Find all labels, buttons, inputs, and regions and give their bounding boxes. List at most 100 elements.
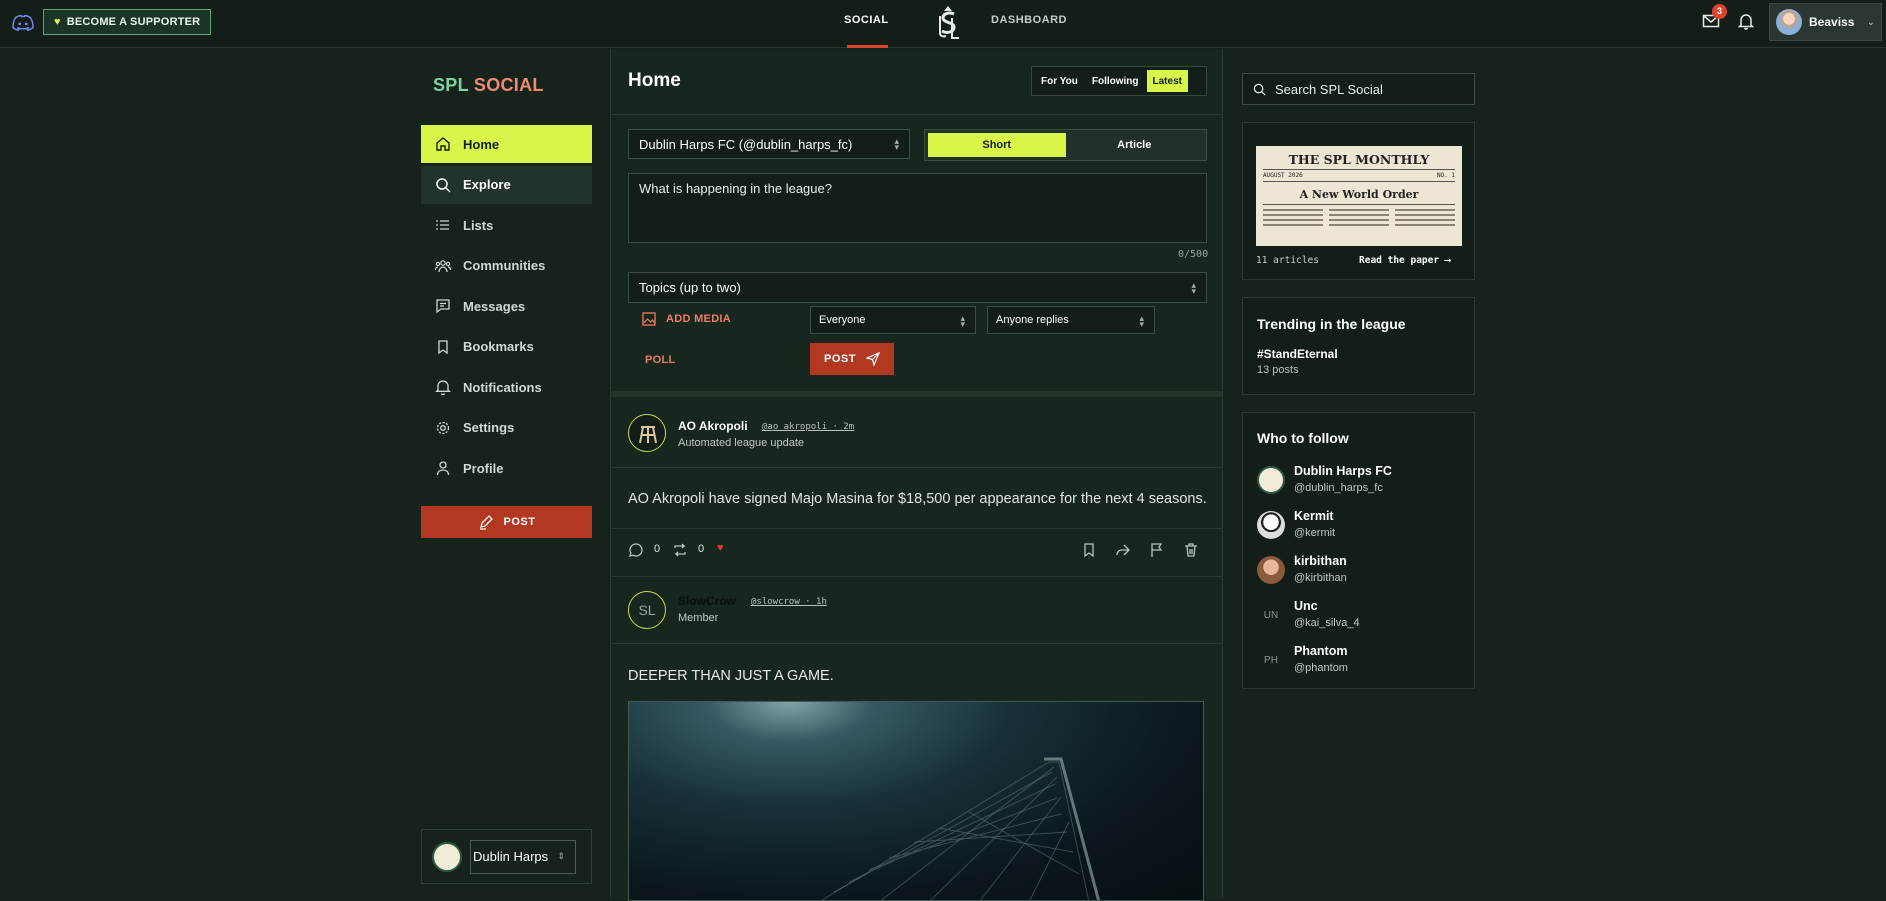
sidebar-item-explore[interactable]: Explore bbox=[421, 165, 592, 204]
divider bbox=[611, 576, 1222, 577]
poll-button[interactable]: POLL bbox=[645, 354, 676, 366]
pen-icon bbox=[479, 515, 493, 530]
mode-short-button[interactable]: Short bbox=[928, 133, 1066, 157]
follow-item[interactable]: Kermit @kermit bbox=[1257, 506, 1467, 546]
follow-name: kirbithan bbox=[1294, 554, 1347, 568]
sidebar-post-button[interactable]: POST bbox=[421, 506, 592, 538]
follow-title: Who to follow bbox=[1257, 430, 1349, 446]
sidebar-item-settings[interactable]: Settings bbox=[421, 409, 592, 447]
sidebar-item-label: Notifications bbox=[463, 379, 542, 395]
image-icon bbox=[642, 312, 656, 326]
follow-item[interactable]: PH Phantom @phantom bbox=[1257, 641, 1467, 681]
replies-select[interactable]: Anyone replies ▴ ▾ bbox=[987, 306, 1155, 334]
tab-following[interactable]: Following bbox=[1086, 70, 1145, 92]
follow-name: Phantom bbox=[1294, 644, 1348, 658]
team-select[interactable]: Dublin Harps ⇕ bbox=[470, 839, 576, 874]
who-to-follow-card: Who to follow Dublin Harps FC @dublin_ha… bbox=[1242, 412, 1475, 689]
brand-logo[interactable]: SPL SOCIAL bbox=[433, 75, 544, 96]
avatar bbox=[1257, 466, 1285, 494]
follow-item[interactable]: kirbithan @kirbithan bbox=[1257, 551, 1467, 591]
trending-title: Trending in the league bbox=[1257, 316, 1406, 332]
sidebar-item-home[interactable]: Home bbox=[421, 125, 592, 163]
read-paper-link[interactable]: Read the paper ⟶ bbox=[1359, 255, 1451, 266]
sidebar-item-bookmarks[interactable]: Bookmarks bbox=[421, 328, 592, 366]
sidebar-item-profile[interactable]: Profile bbox=[421, 449, 592, 487]
discord-icon[interactable] bbox=[12, 14, 34, 32]
sidebar-item-notifications[interactable]: Notifications bbox=[421, 368, 592, 406]
avatar: PH bbox=[1264, 654, 1278, 666]
chevron-down-icon: ⌄ bbox=[1866, 16, 1875, 28]
visibility-value: Everyone bbox=[819, 314, 866, 326]
follow-handle: @dublin_harps_fc bbox=[1294, 482, 1383, 494]
updown-icon: ⇕ bbox=[557, 851, 565, 861]
post-label: POST bbox=[503, 516, 536, 528]
flag-icon[interactable] bbox=[1149, 542, 1165, 558]
avatar[interactable]: SL bbox=[628, 591, 666, 629]
user-menu-button[interactable]: Beaviss ⌄ bbox=[1769, 3, 1882, 41]
post-as-value: Dublin Harps FC (@dublin_harps_fc) bbox=[639, 136, 853, 152]
topics-placeholder: Topics (up to two) bbox=[639, 280, 741, 295]
become-supporter-button[interactable]: ♥ BECOME A SUPPORTER bbox=[43, 9, 212, 35]
paper-issue: NO. 1 bbox=[1436, 172, 1455, 179]
heart-icon: ♥ bbox=[54, 16, 61, 28]
post-subtitle: Automated league update bbox=[678, 437, 804, 449]
mode-article-button[interactable]: Article bbox=[1066, 133, 1204, 157]
search-icon bbox=[1253, 83, 1266, 96]
main-feed: Home For You Following Latest Dublin Har… bbox=[610, 49, 1223, 901]
topics-select[interactable]: Topics (up to two) ▴ ▾ bbox=[628, 272, 1207, 303]
post-handle[interactable]: @slowcrow · 1h bbox=[751, 597, 827, 607]
trash-icon[interactable] bbox=[1183, 542, 1199, 558]
feed-tabs: For You Following Latest bbox=[1031, 66, 1207, 96]
left-sidebar: SPL SOCIAL Home Explore Lists Communitie… bbox=[421, 49, 593, 898]
post-author[interactable]: SlowCrow bbox=[678, 594, 736, 608]
nav-social[interactable]: SOCIAL bbox=[844, 14, 889, 26]
follow-handle: @kirbithan bbox=[1294, 572, 1347, 584]
bell-icon[interactable] bbox=[1738, 12, 1754, 30]
trending-tag[interactable]: #StandEternal bbox=[1257, 347, 1338, 361]
tab-for-you[interactable]: For You bbox=[1035, 70, 1084, 92]
tab-latest[interactable]: Latest bbox=[1146, 70, 1188, 92]
post-author[interactable]: AO Akropoli bbox=[678, 419, 748, 433]
heart-icon[interactable]: ♥ bbox=[717, 542, 724, 554]
comment-icon[interactable] bbox=[628, 542, 644, 558]
sidebar-item-messages[interactable]: Messages bbox=[421, 287, 592, 325]
bookmark-icon[interactable] bbox=[1081, 542, 1097, 558]
add-media-label: ADD MEDIA bbox=[666, 313, 732, 325]
newspaper-preview[interactable]: THE SPL MONTHLY AUGUST 2026 NO. 1 A New … bbox=[1256, 146, 1462, 246]
updown-icon: ▴ ▾ bbox=[1191, 280, 1196, 296]
spl-logo-icon[interactable] bbox=[934, 5, 962, 41]
paper-title: THE SPL MONTHLY bbox=[1288, 152, 1430, 167]
post-image[interactable] bbox=[628, 701, 1204, 901]
sidebar-item-label: Bookmarks bbox=[463, 339, 534, 354]
sidebar-item-label: Lists bbox=[463, 217, 494, 233]
follow-item[interactable]: UN Unc @kai_silva_4 bbox=[1257, 596, 1467, 636]
post-handle[interactable]: @ao_akropoli · 2m bbox=[762, 422, 854, 432]
send-icon bbox=[865, 352, 880, 366]
brand-part-spl: SPL bbox=[433, 75, 469, 95]
follow-handle: @phantom bbox=[1294, 662, 1348, 674]
sidebar-item-lists[interactable]: Lists bbox=[421, 206, 592, 244]
search-input[interactable]: Search SPL Social bbox=[1242, 73, 1475, 105]
avatar[interactable] bbox=[628, 414, 666, 452]
brand-part-social: SOCIAL bbox=[473, 75, 544, 95]
replies-value: Anyone replies bbox=[996, 314, 1069, 326]
follow-item[interactable]: Dublin Harps FC @dublin_harps_fc bbox=[1257, 461, 1467, 501]
top-bar: ♥ BECOME A SUPPORTER SOCIAL DASHBOARD 3 … bbox=[0, 0, 1886, 48]
newspaper-card[interactable]: THE SPL MONTHLY AUGUST 2026 NO. 1 A New … bbox=[1242, 122, 1475, 280]
supporter-label: BECOME A SUPPORTER bbox=[66, 16, 201, 28]
username: Beaviss bbox=[1809, 15, 1855, 29]
post-text: AO Akropoli have signed Majo Masina for … bbox=[628, 491, 1207, 507]
visibility-select[interactable]: Everyone ▴ ▾ bbox=[810, 306, 976, 334]
nav-dashboard[interactable]: DASHBOARD bbox=[991, 14, 1067, 26]
home-icon bbox=[436, 137, 450, 151]
post-as-select[interactable]: Dublin Harps FC (@dublin_harps_fc) ▴ ▾ bbox=[628, 129, 910, 159]
share-icon[interactable] bbox=[1115, 542, 1131, 558]
add-media-button[interactable]: ADD MEDIA bbox=[642, 312, 731, 326]
paper-date: AUGUST 2026 bbox=[1263, 172, 1303, 179]
compose-post-button[interactable]: POST bbox=[810, 343, 894, 375]
repost-icon[interactable] bbox=[672, 542, 688, 558]
divider bbox=[611, 528, 1222, 529]
compose-textarea[interactable]: What is happening in the league? bbox=[628, 173, 1207, 243]
repost-count: 0 bbox=[698, 543, 705, 555]
sidebar-item-communities[interactable]: Communities bbox=[421, 247, 592, 285]
